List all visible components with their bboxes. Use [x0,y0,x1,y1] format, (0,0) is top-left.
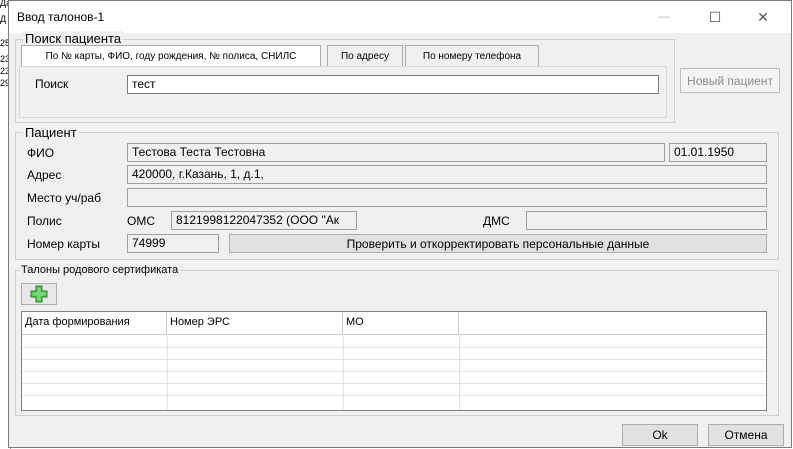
address-field[interactable]: 420000, г.Казань, 1, д.1, [127,165,767,184]
minimize-icon: — [658,11,670,23]
search-group-title: Поиск пациента [23,31,124,46]
close-icon: ✕ [757,8,769,25]
maximize-button[interactable]: ☐ [692,1,738,33]
fio-field[interactable]: Тестова Теста Тестовна [127,143,665,162]
table-row-line [22,383,766,384]
close-button[interactable]: ✕ [740,1,786,33]
card-number-label: Номер карты [27,237,100,251]
oms-policy-field[interactable]: 8121998122047352 (ООО "Ак [171,211,357,230]
maximize-icon: ☐ [708,8,722,25]
title-bar: Ввод талонов-1 — ☐ ✕ [9,1,791,33]
card-number-field[interactable]: 74999 [127,234,219,253]
certificates-table[interactable]: Дата формирования Номер ЭРС МО [21,311,767,411]
table-row-line [22,347,766,348]
tab-search-by-phone[interactable]: По номеру телефона [405,45,539,67]
oms-label: ОМС [127,214,155,228]
add-certificate-button[interactable] [21,283,57,305]
patient-group-title: Пациент [23,125,79,140]
column-header-mo[interactable]: МО [343,312,459,334]
minimize-button[interactable]: — [641,1,687,33]
fio-label: ФИО [27,146,55,160]
table-row-line [22,371,766,372]
column-divider [343,334,344,410]
dms-label: ДМС [483,214,510,228]
column-divider [167,334,168,410]
column-divider [459,334,460,410]
verify-personal-data-button[interactable]: Проверить и откорректировать персональны… [229,234,767,253]
table-row-line [22,359,766,360]
window-title: Ввод талонов-1 [17,10,105,24]
birth-date-field[interactable]: 01.01.1950 [669,143,767,162]
new-patient-button[interactable]: Новый пациент [680,68,780,93]
ok-button[interactable]: Ok [622,424,698,446]
column-header-extra[interactable] [459,312,766,334]
column-header-ers-number[interactable]: Номер ЭРС [167,312,343,334]
policy-label: Полис [27,214,62,228]
add-plus-icon [30,285,48,303]
search-label: Поиск [35,77,69,91]
table-row-line [22,395,766,396]
study-place-field[interactable] [127,188,767,207]
study-place-label: Место уч/раб [27,191,101,205]
cancel-button[interactable]: Отмена [708,424,784,446]
search-input[interactable]: тест [127,75,659,94]
tab-search-by-card[interactable]: По № карты, ФИО, году рождения, № полиса… [21,45,321,67]
column-header-date[interactable]: Дата формирования [22,312,167,334]
header-divider [22,334,766,335]
dialog-window: Ввод талонов-1 — ☐ ✕ Поиск пациента По №… [8,0,792,448]
certificates-group-title: Талоны родового сертификата [19,264,181,276]
address-label: Адрес [27,168,62,182]
tab-search-by-address[interactable]: По адресу [327,45,403,67]
dms-policy-field[interactable] [526,211,767,230]
